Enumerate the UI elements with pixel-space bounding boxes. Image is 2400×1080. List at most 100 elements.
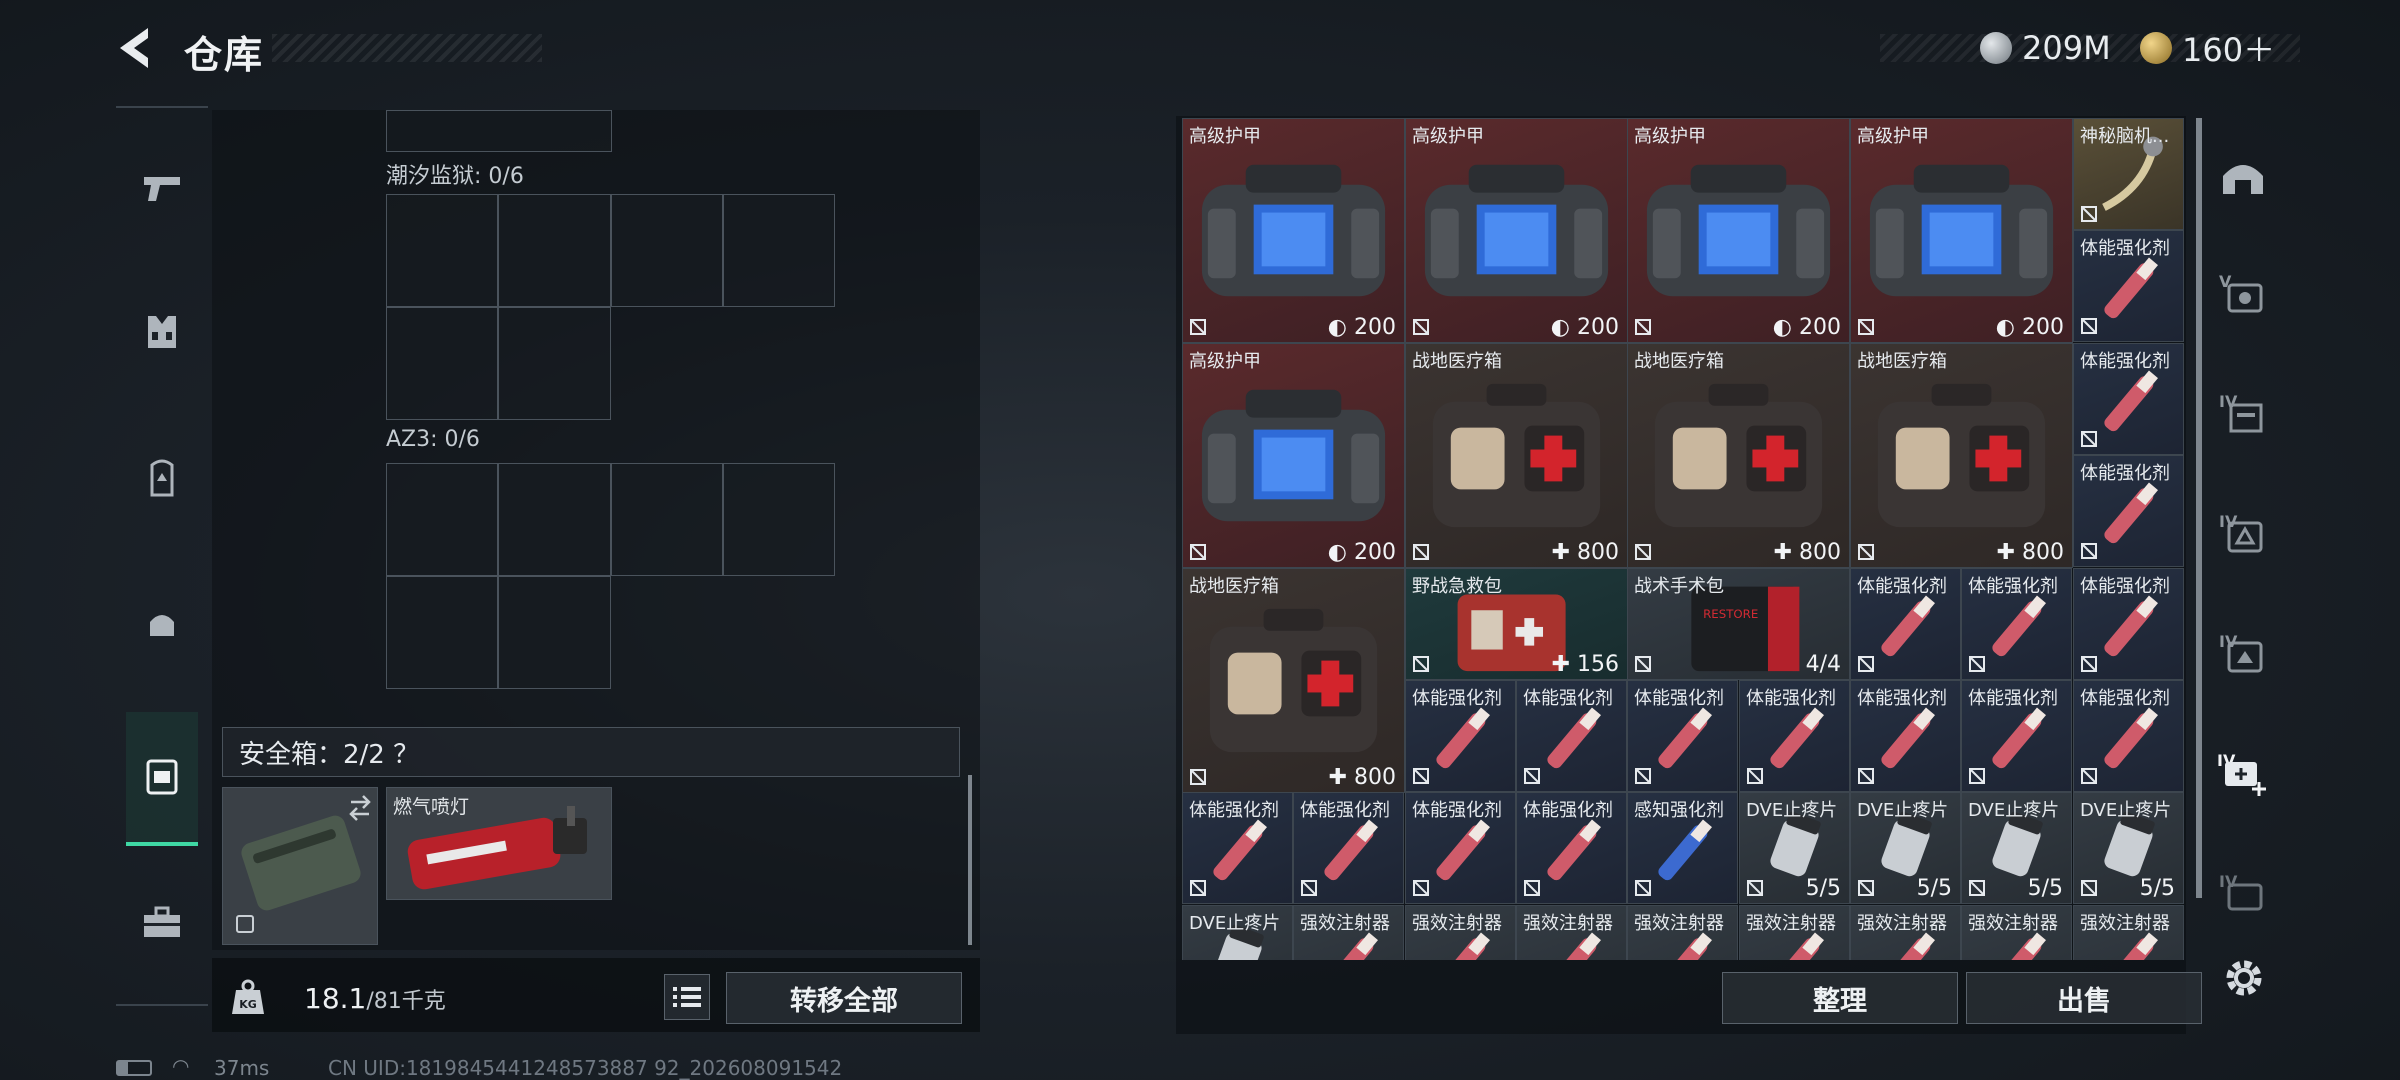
inventory-item[interactable]: DVE止疼片 5/5 <box>1850 792 1961 904</box>
item-value-text: 5/5 <box>2027 876 2063 901</box>
inventory-item[interactable]: 强效注射器 <box>1627 905 1738 960</box>
filter-iv-plus[interactable]: IV <box>2208 738 2278 808</box>
inventory-item[interactable]: 高级护甲 ◐ 200 <box>1405 118 1628 343</box>
inventory-item[interactable]: 战地医疗箱 ✚ 800 <box>1627 343 1850 568</box>
inventory-item[interactable]: 体能强化剂 <box>1739 680 1850 792</box>
inventory-item[interactable]: 体能强化剂 <box>1516 792 1627 904</box>
inventory-item[interactable]: 战地医疗箱 ✚ 800 <box>1405 343 1628 568</box>
grid-cell[interactable] <box>386 110 612 152</box>
svg-text:IV: IV <box>2219 392 2238 411</box>
category-armor[interactable] <box>126 296 198 368</box>
item-name: 体能强化剂 <box>1746 688 1836 709</box>
currency-gold-value: 160＋ <box>2182 31 2276 69</box>
inventory-item[interactable]: 高级护甲 ◐ 200 <box>1182 343 1405 568</box>
grid-cell[interactable] <box>498 576 611 689</box>
inventory-item[interactable]: 野战急救包 ✚ 156 <box>1405 568 1628 680</box>
item-name: 燃气喷灯 <box>393 796 470 818</box>
grid-cell[interactable] <box>386 576 498 689</box>
container-scrollbar[interactable] <box>968 775 972 945</box>
inventory-item[interactable]: RESTORE 战术手术包 4/4 <box>1627 568 1850 680</box>
currency-silver-value: 209M <box>2022 29 2111 67</box>
inventory-item[interactable]: 强效注射器 <box>2073 905 2184 960</box>
inventory-item[interactable]: 体能强化剂 <box>2073 343 2184 455</box>
back-button[interactable] <box>112 22 160 74</box>
armor-bag-icon <box>1424 164 1609 297</box>
item-value: ✚ 800 <box>1552 540 1619 565</box>
inventory-item[interactable]: 强效注射器 <box>1405 905 1516 960</box>
inventory-item[interactable]: 体能强化剂 <box>2073 568 2184 680</box>
inventory-item[interactable]: DVE止疼片 5/5 <box>2073 792 2184 904</box>
sell-button[interactable]: 出售 <box>1966 972 2202 1024</box>
inventory-item[interactable]: 高级护甲 ◐ 200 <box>1182 118 1405 343</box>
settings-button[interactable] <box>2218 952 2270 1004</box>
category-weapons[interactable] <box>126 152 198 224</box>
category-tools[interactable] <box>126 886 198 958</box>
armor-vest-icon <box>148 316 176 348</box>
grid-cell[interactable] <box>723 194 835 307</box>
no-trade-icon <box>1857 655 1875 673</box>
safe-box-header[interactable]: 安全箱：2/2 ？ <box>222 727 960 777</box>
inventory-item[interactable]: 体能强化剂 <box>1961 568 2072 680</box>
inventory-item[interactable]: 体能强化剂 <box>1850 568 1961 680</box>
inventory-item[interactable]: 体能强化剂 <box>1293 792 1404 904</box>
inventory-item[interactable]: 体能强化剂 <box>2073 680 2184 792</box>
filter-v-armor[interactable]: V <box>2208 258 2278 328</box>
grid-cell[interactable] <box>611 463 723 576</box>
item-name: 高级护甲 <box>1189 351 1261 372</box>
inventory-item[interactable]: 战地医疗箱 ✚ 800 <box>1850 343 2073 568</box>
list-view-button[interactable] <box>664 974 710 1020</box>
category-backpack[interactable] <box>126 442 198 514</box>
inventory-item[interactable]: 神秘脑机... <box>2073 118 2184 230</box>
safe-box-slot[interactable] <box>222 787 378 945</box>
inventory-item[interactable]: 体能强化剂 <box>1961 680 2072 792</box>
inventory-item[interactable]: 强效注射器 <box>1739 905 1850 960</box>
inventory-item[interactable]: 高级护甲 ◐ 200 <box>1850 118 2073 343</box>
inventory-item[interactable]: 体能强化剂 <box>1405 792 1516 904</box>
inventory-item[interactable]: 体能强化剂 <box>2073 455 2184 567</box>
inventory-item[interactable]: 强效注射器 <box>1293 905 1404 960</box>
inventory-item[interactable]: 战地医疗箱 ✚ 800 <box>1182 568 1405 793</box>
item-name: 强效注射器 <box>2080 913 2170 934</box>
grid-cell[interactable] <box>386 307 498 420</box>
inventory-item[interactable]: 强效注射器 <box>1516 905 1627 960</box>
grid-cell[interactable] <box>386 463 498 576</box>
inventory-item[interactable]: 强效注射器 <box>1850 905 1961 960</box>
inventory-scrollbar[interactable] <box>2196 118 2202 898</box>
grid-cell[interactable] <box>498 463 611 576</box>
item-value: ✚ 800 <box>1774 540 1841 565</box>
inventory-item[interactable]: 体能强化剂 <box>1182 792 1293 904</box>
filter-iv-gear[interactable]: IV <box>2208 858 2278 928</box>
filter-iv-vest[interactable]: IV <box>2208 498 2278 568</box>
inventory-item[interactable]: 体能强化剂 <box>1850 680 1961 792</box>
inventory-item[interactable]: 体能强化剂 <box>1627 680 1738 792</box>
inventory-item[interactable]: 体能强化剂 <box>2073 230 2184 342</box>
category-safebox[interactable] <box>126 712 198 846</box>
currency-gold[interactable]: 160＋ <box>2140 26 2275 70</box>
inventory-item[interactable]: 体能强化剂 <box>1405 680 1516 792</box>
item-name: 体能强化剂 <box>1968 576 2058 597</box>
filter-iv-armor[interactable]: IV <box>2208 378 2278 448</box>
inventory-grid[interactable]: 高级护甲 ◐ 200 高级护甲 ◐ 200 高级护甲 ◐ 200 高级护甲 ◐ 200 神秘脑机… <box>1182 118 2184 960</box>
inventory-item[interactable]: DVE止疼片 <box>1182 905 1293 960</box>
grid-cell[interactable] <box>611 194 723 307</box>
inventory-item[interactable]: 感知强化剂 <box>1627 792 1738 904</box>
inventory-item[interactable]: DVE止疼片 5/5 <box>1739 792 1850 904</box>
inventory-item[interactable]: 体能强化剂 <box>1516 680 1627 792</box>
filter-helmet[interactable] <box>2208 142 2278 212</box>
grid-cell[interactable] <box>498 194 611 307</box>
transfer-all-button[interactable]: 转移全部 <box>726 972 962 1024</box>
category-bags[interactable] <box>126 588 198 660</box>
grid-cell[interactable] <box>723 463 835 576</box>
inventory-item[interactable]: 强效注射器 <box>1961 905 2072 960</box>
gas-torch-item[interactable]: 燃气喷灯 <box>386 787 612 900</box>
sort-button[interactable]: 整理 <box>1722 972 1958 1024</box>
grid-cell[interactable] <box>386 194 498 307</box>
filter-iv-rig[interactable]: IV <box>2208 618 2278 688</box>
grid-cell[interactable] <box>498 307 611 420</box>
inventory-item[interactable]: DVE止疼片 5/5 <box>1961 792 2072 904</box>
item-value: ◐ 200 <box>1773 315 1841 340</box>
item-name: 高级护甲 <box>1857 126 1929 147</box>
currency-silver[interactable]: 209M <box>1980 26 2111 70</box>
inventory-item[interactable]: 高级护甲 ◐ 200 <box>1627 118 1850 343</box>
item-name: 体能强化剂 <box>2080 688 2170 709</box>
